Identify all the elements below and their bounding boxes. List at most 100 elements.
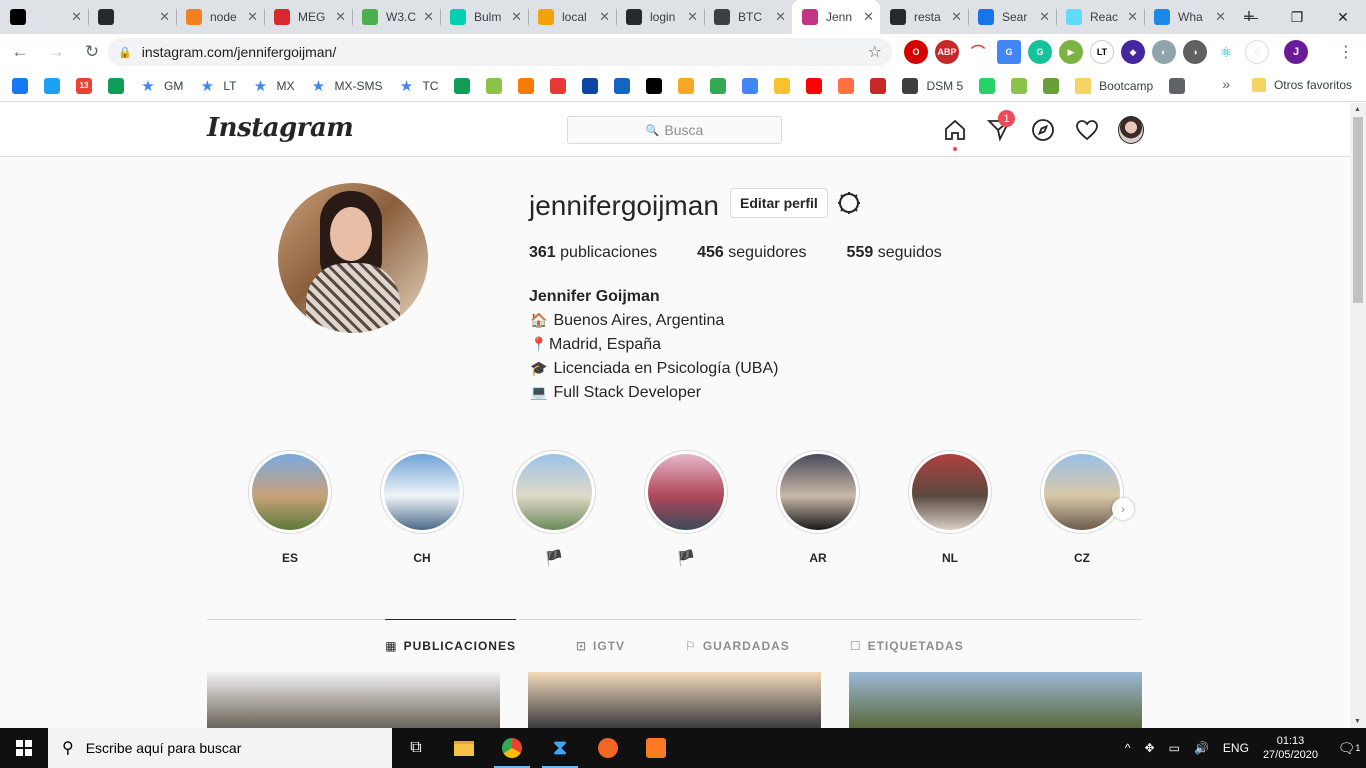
- close-tab-icon[interactable]: ✕: [159, 9, 170, 25]
- activity-heart-icon[interactable]: [1074, 117, 1100, 143]
- tab-igtv[interactable]: ⊡ IGTV: [576, 620, 625, 672]
- bookmark-item[interactable]: [518, 77, 535, 94]
- tab-etiquetadas[interactable]: ☐ ETIQUETADAS: [850, 620, 964, 672]
- bookmark-item[interactable]: [1043, 77, 1060, 94]
- close-tab-icon[interactable]: ✕: [1127, 9, 1138, 25]
- bookmark-item[interactable]: ★ MX-SMS: [310, 78, 383, 95]
- bookmark-item[interactable]: 13: [76, 77, 92, 94]
- browser-tab[interactable]: Sear ✕: [968, 0, 1056, 34]
- tab-guardadas[interactable]: ⚐ GUARDADAS: [685, 620, 790, 672]
- close-tab-icon[interactable]: ✕: [335, 9, 346, 25]
- close-tab-icon[interactable]: ✕: [423, 9, 434, 25]
- bookmark-item[interactable]: [44, 77, 60, 94]
- browser-tab[interactable]: Reac ✕: [1056, 0, 1144, 34]
- restore-icon[interactable]: ❐: [1274, 0, 1320, 34]
- play-extension-icon[interactable]: ▶: [1059, 40, 1083, 64]
- bookmark-item[interactable]: ★ MX: [252, 78, 295, 95]
- browser-tab[interactable]: W3.C ✕: [352, 0, 440, 34]
- settings-gear-icon[interactable]: [836, 190, 862, 216]
- bookmark-item[interactable]: [614, 77, 631, 94]
- bookmark-item[interactable]: Bootcamp: [1075, 77, 1153, 94]
- bookmark-item[interactable]: [710, 77, 727, 94]
- bookmark-item[interactable]: [742, 77, 759, 94]
- bookmark-item[interactable]: [108, 77, 124, 94]
- search-input[interactable]: 🔍 Busca: [567, 116, 782, 144]
- close-tab-icon[interactable]: ✕: [775, 9, 786, 25]
- grammarly-extension-icon[interactable]: G: [1028, 40, 1052, 64]
- dark-mode-extension-icon[interactable]: ◑: [1183, 40, 1207, 64]
- highlight-item[interactable]: AR: [776, 450, 860, 566]
- explore-icon[interactable]: [1030, 117, 1056, 143]
- adblock-extension-icon[interactable]: ABP: [935, 40, 959, 64]
- bookmark-item[interactable]: [979, 77, 996, 94]
- close-tab-icon[interactable]: ✕: [599, 9, 610, 25]
- browser-tab[interactable]: Jenn ✕: [792, 0, 880, 34]
- close-window-icon[interactable]: ✕: [1320, 0, 1366, 34]
- bookmark-item[interactable]: [678, 77, 695, 94]
- browser-tab[interactable]: ✕: [88, 0, 176, 34]
- close-tab-icon[interactable]: ✕: [863, 9, 874, 25]
- edit-profile-button[interactable]: Editar perfil: [730, 188, 828, 218]
- action-center-icon[interactable]: 🗨 1: [1332, 728, 1366, 768]
- browser-tab[interactable]: login ✕: [616, 0, 704, 34]
- highlight-item[interactable]: 🏴: [644, 450, 728, 566]
- bookmark-item[interactable]: [1011, 77, 1028, 94]
- browser-tab[interactable]: Wha ✕: [1144, 0, 1232, 34]
- bookmark-item[interactable]: [550, 77, 567, 94]
- bookmark-item[interactable]: [806, 77, 823, 94]
- language-indicator[interactable]: ENG: [1223, 741, 1249, 755]
- vscode-taskbar-icon[interactable]: ⧗: [536, 728, 584, 768]
- close-tab-icon[interactable]: ✕: [1215, 9, 1226, 25]
- bookmark-star-icon[interactable]: ☆: [868, 42, 882, 62]
- close-tab-icon[interactable]: ✕: [71, 9, 82, 25]
- taskbar-search-input[interactable]: ⚲ Escribe aquí para buscar: [48, 728, 392, 768]
- show-hidden-icons-icon[interactable]: ^: [1125, 741, 1131, 755]
- highlights-next-icon[interactable]: ›: [1112, 498, 1134, 520]
- bookmark-item[interactable]: [582, 77, 599, 94]
- highlight-item[interactable]: ES: [248, 450, 332, 566]
- chrome-taskbar-icon[interactable]: [488, 728, 536, 768]
- taskbar-clock[interactable]: 01:13 27/05/2020: [1263, 734, 1318, 762]
- close-tab-icon[interactable]: ✕: [1039, 9, 1050, 25]
- bookmark-item[interactable]: [1169, 77, 1186, 94]
- profile-picture[interactable]: [278, 183, 428, 333]
- bookmark-item[interactable]: [486, 77, 503, 94]
- home-icon[interactable]: [942, 117, 968, 151]
- scroll-up-icon[interactable]: ▲: [1354, 106, 1361, 113]
- following-stat[interactable]: 559 seguidos: [847, 244, 942, 262]
- highlight-item[interactable]: 🏴: [512, 450, 596, 566]
- close-tab-icon[interactable]: ✕: [687, 9, 698, 25]
- scroll-down-icon[interactable]: ▼: [1354, 718, 1361, 725]
- task-view-icon[interactable]: ⧉: [392, 728, 440, 768]
- post-thumbnail[interactable]: [207, 672, 500, 728]
- highlight-item[interactable]: NL: [908, 450, 992, 566]
- close-tab-icon[interactable]: ✕: [247, 9, 258, 25]
- url-text[interactable]: instagram.com/jennifergoijman/: [142, 44, 868, 60]
- bookmarks-overflow-icon[interactable]: »: [1222, 76, 1230, 92]
- volume-icon[interactable]: 🔊: [1194, 741, 1209, 755]
- bookmark-item[interactable]: ★ LT: [199, 78, 237, 95]
- browser-tab[interactable]: local ✕: [528, 0, 616, 34]
- minimize-icon[interactable]: —: [1228, 0, 1274, 34]
- back-icon[interactable]: ←: [4, 36, 36, 68]
- tab-publicaciones[interactable]: ▦ PUBLICACIONES: [385, 619, 516, 672]
- rainbow-extension-icon[interactable]: ⌒: [966, 40, 990, 64]
- react-devtools-icon[interactable]: ⚛: [1214, 40, 1238, 64]
- address-bar[interactable]: 🔒 instagram.com/jennifergoijman/ ☆: [108, 38, 892, 66]
- dropbox-icon[interactable]: ✥: [1145, 741, 1155, 755]
- translate-extension-icon[interactable]: G: [997, 40, 1021, 64]
- highlight-item[interactable]: CH: [380, 450, 464, 566]
- profile-menu-avatar[interactable]: [1118, 116, 1144, 144]
- bookmark-item[interactable]: [774, 77, 791, 94]
- profile-avatar-icon[interactable]: J: [1284, 40, 1308, 64]
- bookmark-item[interactable]: [870, 77, 887, 94]
- bookmark-item[interactable]: [838, 77, 855, 94]
- bookmark-item[interactable]: DSM 5: [902, 77, 963, 94]
- chrome-menu-icon[interactable]: ⋮: [1338, 42, 1354, 62]
- xampp-taskbar-icon[interactable]: [632, 728, 680, 768]
- direct-messages-icon[interactable]: 1: [986, 110, 1015, 143]
- browser-tab[interactable]: resta ✕: [880, 0, 968, 34]
- instagram-logo[interactable]: Instagram: [207, 113, 354, 143]
- file-explorer-icon[interactable]: [440, 728, 488, 768]
- network-icon[interactable]: ▭: [1169, 741, 1180, 755]
